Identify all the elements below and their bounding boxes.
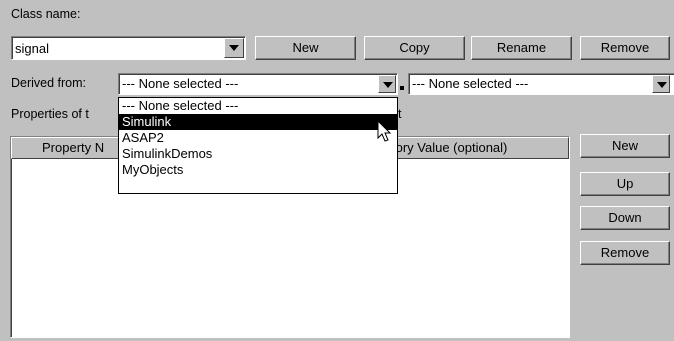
class-name-combo[interactable]: signal — [11, 36, 246, 60]
dropdown-item-asap2[interactable]: ASAP2 — [119, 130, 397, 146]
dropdown-item-none[interactable]: --- None selected --- — [119, 98, 397, 114]
derived-package-value: --- None selected --- — [122, 76, 239, 91]
new-property-button[interactable]: New — [580, 134, 670, 158]
rename-class-button[interactable]: Rename — [471, 36, 572, 60]
derived-from-package-combo[interactable]: --- None selected --- — [118, 73, 398, 95]
properties-label: Properties of t — [11, 107, 89, 121]
derived-class-value: --- None selected --- — [412, 76, 529, 91]
derived-from-dropdown-list[interactable]: --- None selected --- Simulink ASAP2 Sim… — [118, 97, 398, 194]
remove-class-button[interactable]: Remove — [580, 36, 670, 60]
new-class-button[interactable]: New — [255, 36, 356, 60]
properties-label-tail: t — [398, 107, 402, 121]
column-header-factory-value-text: tory Value (optional) — [392, 140, 508, 155]
class-name-value: signal — [15, 41, 49, 56]
chevron-down-icon[interactable] — [224, 38, 244, 58]
mouse-cursor-icon — [377, 120, 392, 142]
derived-from-label: Derived from: — [11, 76, 87, 90]
chevron-down-icon[interactable] — [652, 75, 670, 93]
up-property-button[interactable]: Up — [580, 172, 670, 196]
derived-from-class-combo[interactable]: --- None selected --- — [408, 73, 674, 95]
dropdown-item-simulink[interactable]: Simulink — [119, 114, 397, 130]
chevron-down-icon[interactable] — [378, 75, 396, 93]
separator-dot — [400, 86, 404, 90]
dropdown-item-myobjects[interactable]: MyObjects — [119, 162, 397, 178]
dropdown-item-simulinkdemos[interactable]: SimulinkDemos — [119, 146, 397, 162]
column-header-property-name-text: Property N — [42, 140, 105, 155]
down-property-button[interactable]: Down — [580, 206, 670, 230]
class-name-label: Class name: — [11, 7, 81, 21]
remove-property-button[interactable]: Remove — [580, 241, 670, 265]
copy-class-button[interactable]: Copy — [364, 36, 465, 60]
